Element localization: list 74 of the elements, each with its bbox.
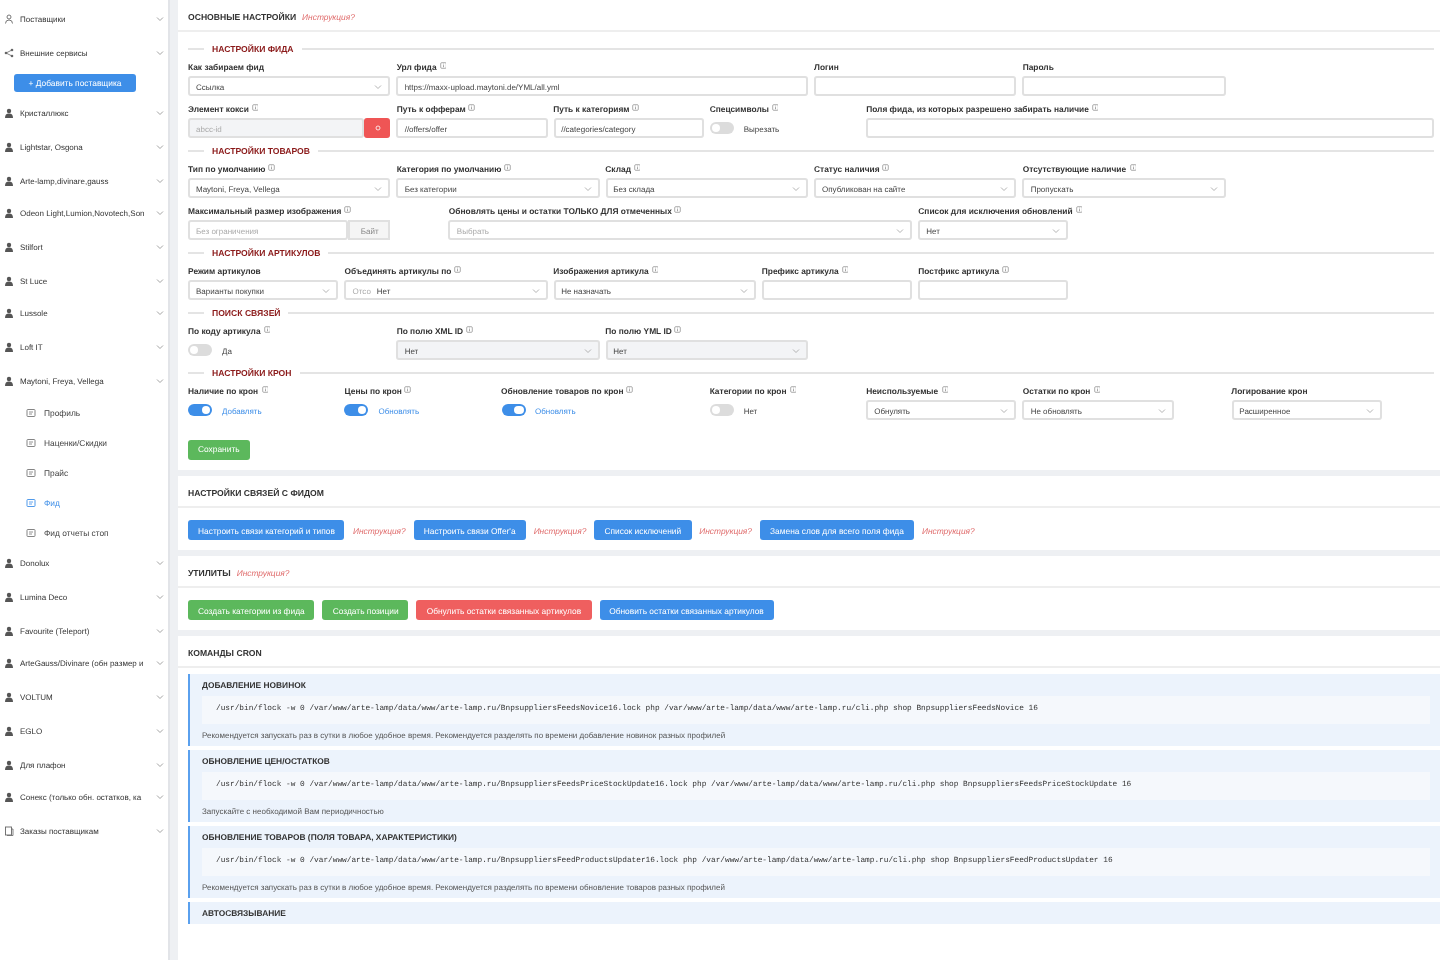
caret-icon: [1052, 227, 1061, 233]
input-field[interactable]: [814, 76, 1017, 96]
person-icon: [4, 625, 14, 636]
chevron-icon: [156, 660, 164, 667]
chevron-icon: [156, 727, 164, 734]
caret-icon: [1000, 185, 1009, 191]
input-field[interactable]: [918, 280, 1069, 300]
caret-icon: [1209, 185, 1218, 191]
input-field[interactable]: [761, 280, 913, 300]
caret-icon: [583, 185, 592, 191]
circle-icon: [373, 124, 382, 132]
page-icon: [26, 527, 36, 538]
toggle-switch[interactable]: [188, 344, 212, 356]
toggle-switch[interactable]: [344, 404, 369, 416]
person-icon: [4, 375, 14, 386]
person-icon: [4, 175, 14, 186]
caret-icon: [531, 287, 540, 293]
person-icon: [4, 759, 14, 770]
chevron-icon: [156, 827, 164, 834]
caret-icon: [739, 287, 748, 293]
share-icon: [4, 47, 14, 58]
caret-icon: [374, 83, 383, 89]
input-field[interactable]: [866, 118, 1434, 138]
page-icon: [26, 497, 36, 508]
chevron-icon: [156, 15, 164, 22]
person-icon: [4, 658, 14, 669]
chevron-icon: [156, 110, 164, 117]
chevron-icon: [156, 277, 164, 284]
chevron-icon: [156, 177, 164, 184]
caret-icon: [1365, 407, 1374, 413]
person-icon: [4, 241, 14, 252]
chevron-icon: [156, 210, 164, 217]
chevron-icon: [156, 560, 164, 567]
person-icon: [4, 792, 14, 803]
caret-icon: [896, 227, 905, 233]
caret-icon: [374, 185, 383, 191]
person-icon: [4, 558, 14, 569]
person-icon: [4, 592, 14, 603]
person-icon: [4, 308, 14, 319]
chevron-icon: [156, 761, 164, 768]
person-icon: [4, 275, 14, 286]
page-icon: [26, 467, 36, 478]
input-field[interactable]: [1022, 76, 1226, 96]
person-icon: [4, 692, 14, 703]
toggle-switch[interactable]: [501, 404, 525, 416]
icon-button[interactable]: [364, 118, 391, 138]
person-icon: [4, 342, 14, 353]
toggle-switch[interactable]: [709, 404, 734, 416]
caret-icon: [1000, 407, 1009, 413]
caret-icon: [1157, 407, 1166, 413]
caret-icon: [792, 347, 800, 353]
chevron-icon: [156, 594, 164, 601]
person-icon: [4, 141, 14, 152]
person-icon: [4, 725, 14, 736]
document-icon: [4, 825, 14, 836]
person-icon: [4, 108, 14, 119]
chevron-icon: [156, 344, 164, 351]
caret-icon: [583, 347, 592, 353]
toggle-switch[interactable]: [188, 404, 212, 416]
chevron-icon: [156, 794, 164, 801]
chevron-icon: [156, 49, 164, 56]
caret-icon: [322, 287, 331, 293]
chevron-icon: [156, 694, 164, 701]
chevron-icon: [156, 377, 164, 384]
page-icon: [26, 437, 36, 448]
toggle-switch[interactable]: [709, 122, 734, 134]
chevron-icon: [156, 243, 164, 250]
caret-icon: [792, 185, 800, 191]
chevron-icon: [156, 143, 164, 150]
page-icon: [26, 407, 36, 418]
person-icon: [4, 208, 14, 219]
chevron-icon: [156, 627, 164, 634]
person-icon: [4, 13, 14, 24]
chevron-icon: [156, 310, 164, 317]
